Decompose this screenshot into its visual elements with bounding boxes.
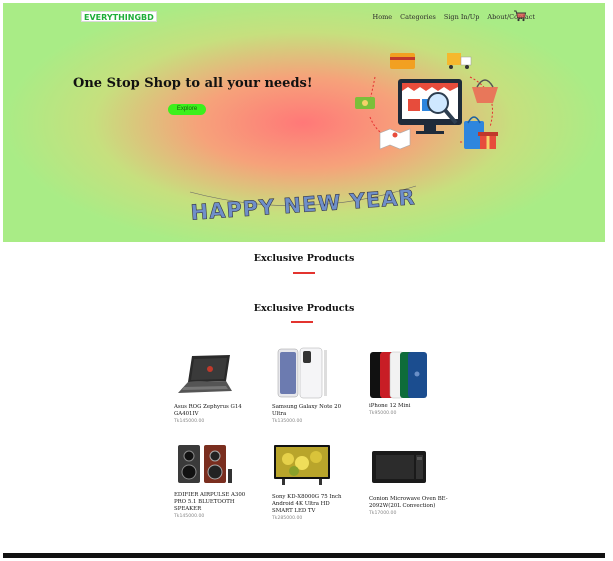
product-price: Tk145000.00 xyxy=(174,514,205,519)
section-underline xyxy=(293,272,315,274)
main-nav: Home Categories Sign In/Up About/Contact xyxy=(373,13,535,21)
product-price: Tk145000.00 xyxy=(174,419,205,424)
svg-text:HAPPY NEW YEAR: HAPPY NEW YEAR xyxy=(190,185,417,225)
cart-icon[interactable] xyxy=(513,9,527,23)
product-image-speaker xyxy=(178,445,232,483)
footer-bar xyxy=(3,553,605,558)
product-image-laptop xyxy=(178,355,232,393)
nav-categories[interactable]: Categories xyxy=(400,13,436,21)
product-name[interactable]: EDIFIER AIRPULSE A300 PRO 5.1 BLUETOOTH … xyxy=(174,492,254,513)
store-illustration xyxy=(355,53,498,150)
hero-section: EVERYTHINGBD Home Categories Sign In/Up … xyxy=(3,3,605,242)
product-card[interactable]: EDIFIER AIRPULSE A300 PRO 5.1 BLUETOOTH … xyxy=(174,439,254,519)
product-name[interactable]: Asus ROG Zephyrus G14 GA401IV xyxy=(174,404,254,418)
product-image-tv xyxy=(274,445,330,485)
product-name[interactable]: iPhone 12 Mini xyxy=(369,403,449,410)
page: EVERYTHINGBD Home Categories Sign In/Up … xyxy=(3,3,605,558)
product-card[interactable]: Conion Microwave Oven BE-2092W(20L Conve… xyxy=(369,443,449,516)
product-image-iphone xyxy=(370,351,427,399)
product-name[interactable]: Conion Microwave Oven BE-2092W(20L Conve… xyxy=(369,496,449,510)
nav-home[interactable]: Home xyxy=(373,13,393,21)
hero-headline: One Stop Shop to all your needs! xyxy=(73,76,313,91)
product-card[interactable]: iPhone 12 Mini Tk95000.00 xyxy=(369,350,449,416)
product-image-phone xyxy=(277,347,327,399)
section-title-exclusive-products-2: Exclusive Products xyxy=(253,303,355,314)
section-underline-2 xyxy=(291,321,313,323)
product-card[interactable]: Sony KD-X8000G 75 Inch Android 4K Ultra … xyxy=(272,441,352,521)
product-price: Tk95000.00 xyxy=(369,411,397,416)
section-title-exclusive-products: Exclusive Products xyxy=(253,253,355,264)
happy-new-year-banner: HAPPY NEW YEAR xyxy=(189,185,417,225)
explore-button[interactable]: Explore xyxy=(168,104,206,115)
product-card[interactable]: Samsung Galaxy Note 20 Ultra Tk135000.00 xyxy=(272,346,352,424)
product-name[interactable]: Samsung Galaxy Note 20 Ultra xyxy=(272,404,352,418)
nav-about-contact[interactable]: About/Contact xyxy=(487,13,535,21)
nav-sign-in[interactable]: Sign In/Up xyxy=(444,13,480,21)
product-price: Tk17000.00 xyxy=(369,511,397,516)
product-price: Tk285000.00 xyxy=(272,516,303,521)
product-card[interactable]: Asus ROG Zephyrus G14 GA401IV Tk145000.0… xyxy=(174,351,254,424)
product-price: Tk135000.00 xyxy=(272,419,303,424)
product-image-microwave xyxy=(372,451,426,483)
brand-logo[interactable]: EVERYTHINGBD xyxy=(81,11,157,22)
product-name[interactable]: Sony KD-X8000G 75 Inch Android 4K Ultra … xyxy=(272,494,352,515)
